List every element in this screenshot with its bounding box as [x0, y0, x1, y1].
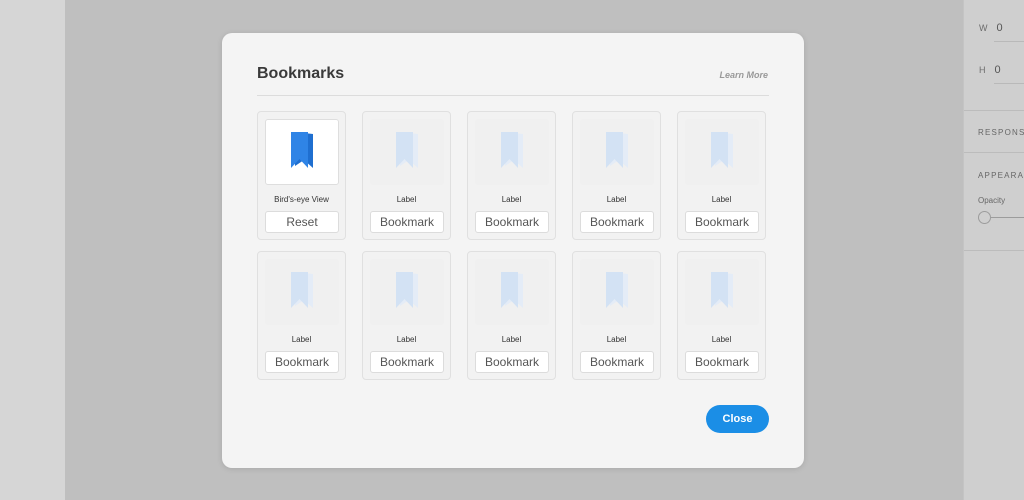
bookmark-icon: [289, 130, 315, 175]
bookmark-card: Label Bookmark: [677, 111, 766, 240]
bookmark-label: Label: [501, 195, 522, 204]
close-button[interactable]: Close: [706, 405, 769, 433]
bookmark-label: Label: [711, 335, 732, 344]
bookmark-button[interactable]: Bookmark: [370, 351, 444, 373]
left-panel: [0, 0, 65, 500]
bookmark-icon: [394, 270, 420, 315]
width-label: W: [979, 23, 989, 33]
bookmark-label: Label: [291, 335, 312, 344]
bookmark-label: Label: [711, 195, 732, 204]
opacity-slider-handle[interactable]: [978, 211, 991, 224]
properties-panel: W0 H0 RESPONSI APPEARAN Opacity: [963, 0, 1024, 500]
learn-more-link[interactable]: Learn More: [719, 70, 768, 80]
bookmark-label: Label: [606, 195, 627, 204]
bookmark-label: Label: [396, 195, 417, 204]
panel-divider: [964, 152, 1024, 153]
bookmark-thumbnail[interactable]: [580, 119, 654, 185]
bookmark-card: Label Bookmark: [467, 111, 556, 240]
panel-divider: [964, 110, 1024, 111]
bookmark-thumbnail[interactable]: [475, 119, 549, 185]
bookmark-thumbnail[interactable]: [685, 259, 759, 325]
bookmark-card: Label Bookmark: [362, 111, 451, 240]
opacity-label: Opacity: [978, 196, 1006, 205]
height-underline: [994, 83, 1024, 84]
bookmark-icon: [709, 270, 735, 315]
bookmark-thumbnail[interactable]: [370, 259, 444, 325]
bookmark-card: Label Bookmark: [467, 251, 556, 380]
bookmark-label: Label: [396, 335, 417, 344]
bookmark-button[interactable]: Bookmark: [265, 351, 339, 373]
bookmark-icon: [394, 130, 420, 175]
bookmark-card: Label Bookmark: [572, 251, 661, 380]
bookmark-icon: [499, 130, 525, 175]
bookmark-card: Label Bookmark: [677, 251, 766, 380]
bookmark-label: Label: [606, 335, 627, 344]
height-value[interactable]: 0: [995, 64, 1001, 76]
dialog-title: Bookmarks: [257, 65, 345, 82]
bookmark-button[interactable]: Bookmark: [685, 351, 759, 373]
opacity-slider-track[interactable]: [991, 217, 1024, 218]
bookmark-icon: [604, 130, 630, 175]
height-label: H: [979, 65, 987, 75]
bookmark-thumbnail[interactable]: [265, 259, 339, 325]
panel-divider: [964, 250, 1024, 251]
bookmark-card: Label Bookmark: [572, 111, 661, 240]
height-field[interactable]: H0: [979, 64, 1001, 76]
bookmark-card: Label Bookmark: [362, 251, 451, 380]
bookmarks-dialog: Bookmarks Learn More Bird's-eye View Rese…: [222, 33, 804, 468]
bookmark-card: Bird's-eye View Reset: [257, 111, 346, 240]
bookmark-thumbnail[interactable]: [370, 119, 444, 185]
bookmark-thumbnail[interactable]: [580, 259, 654, 325]
bookmark-icon: [604, 270, 630, 315]
bookmark-button[interactable]: Bookmark: [475, 211, 549, 233]
width-value[interactable]: 0: [997, 22, 1003, 34]
bookmark-button[interactable]: Bookmark: [580, 351, 654, 373]
width-underline: [994, 41, 1024, 42]
bookmark-button[interactable]: Bookmark: [685, 211, 759, 233]
bookmark-label: Bird's-eye View: [274, 195, 329, 204]
bookmark-icon: [709, 130, 735, 175]
appearance-section-header[interactable]: APPEARAN: [978, 171, 1024, 180]
width-field[interactable]: W0: [979, 22, 1003, 34]
bookmark-icon: [289, 270, 315, 315]
bookmark-button[interactable]: Bookmark: [370, 211, 444, 233]
reset-button[interactable]: Reset: [265, 211, 339, 233]
bookmark-card: Label Bookmark: [257, 251, 346, 380]
bookmark-label: Label: [501, 335, 522, 344]
bookmark-button[interactable]: Bookmark: [580, 211, 654, 233]
header-divider: [257, 95, 769, 96]
bookmark-thumbnail[interactable]: [475, 259, 549, 325]
bookmark-thumbnail[interactable]: [265, 119, 339, 185]
bookmark-icon: [499, 270, 525, 315]
bookmark-button[interactable]: Bookmark: [475, 351, 549, 373]
responsive-section-header[interactable]: RESPONSI: [978, 128, 1024, 137]
bookmark-thumbnail[interactable]: [685, 119, 759, 185]
